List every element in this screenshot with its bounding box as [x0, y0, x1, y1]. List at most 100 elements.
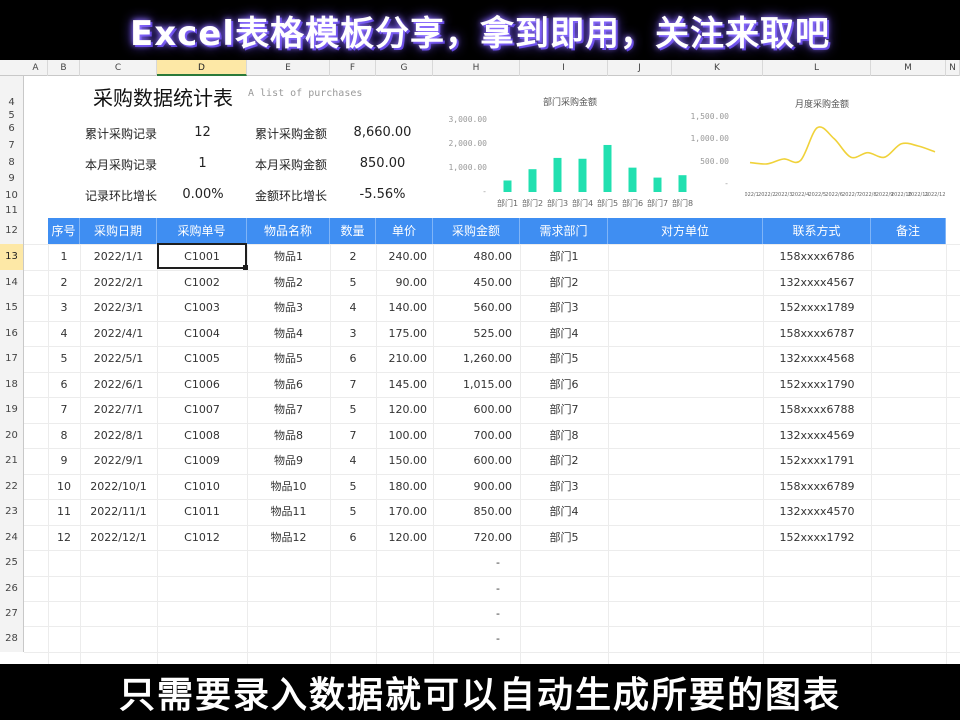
table-cell[interactable]: 120.00 — [376, 525, 428, 551]
table-cell[interactable]: 720.00 — [433, 525, 513, 551]
row-header-16[interactable]: 16 — [0, 321, 24, 346]
table-header-cell[interactable]: 采购单号 — [157, 218, 247, 244]
table-header-cell[interactable]: 采购金额 — [433, 218, 520, 244]
table-cell[interactable]: 158xxxx6787 — [763, 321, 871, 347]
table-cell[interactable]: 5 — [330, 474, 376, 500]
table-cell[interactable] — [608, 244, 763, 270]
table-cell[interactable]: C1011 — [157, 499, 247, 525]
table-cell[interactable]: 物品2 — [247, 270, 330, 296]
table-cell[interactable]: 1 — [48, 244, 80, 270]
table-cell[interactable]: 2022/2/1 — [80, 270, 157, 296]
table-cell[interactable]: 132xxxx4567 — [763, 270, 871, 296]
spreadsheet-area[interactable]: ABCDEFGHIJKLMN 4 5 6 7 8 9 10 11 12 13 14 15 16 17 18 1… — [0, 60, 960, 664]
row-header-18[interactable]: 18 — [0, 372, 24, 397]
table-cell[interactable]: 11 — [48, 499, 80, 525]
table-header-cell[interactable]: 序号 — [48, 218, 80, 244]
table-cell[interactable]: 900.00 — [433, 474, 513, 500]
table-cell[interactable]: 9 — [48, 448, 80, 474]
column-header-g[interactable]: G — [376, 60, 433, 76]
monthly-line-chart[interactable]: 2022/12022/22022/32022/42022/52022/62022… — [745, 112, 945, 212]
table-cell[interactable]: 7 — [330, 423, 376, 449]
column-header-j[interactable]: J — [608, 60, 672, 76]
row-header-13[interactable]: 13 — [0, 244, 24, 270]
table-cell[interactable]: 部门3 — [520, 295, 608, 321]
table-cell[interactable]: 部门6 — [520, 372, 608, 398]
table-cell[interactable] — [871, 525, 946, 551]
table-cell[interactable]: 600.00 — [433, 397, 513, 423]
table-cell[interactable]: 部门3 — [520, 474, 608, 500]
table-cell[interactable]: 152xxxx1792 — [763, 525, 871, 551]
table-cell[interactable]: 4 — [330, 448, 376, 474]
column-header-d[interactable]: D — [157, 60, 247, 76]
table-cell[interactable]: C1009 — [157, 448, 247, 474]
table-cell[interactable]: 部门2 — [520, 448, 608, 474]
empty-amount-cell[interactable]: - — [433, 576, 563, 602]
table-cell[interactable] — [608, 346, 763, 372]
table-header-cell[interactable]: 数量 — [330, 218, 376, 244]
month-amount-value[interactable]: 850.00 — [340, 156, 425, 171]
table-cell[interactable]: 132xxxx4570 — [763, 499, 871, 525]
table-cell[interactable]: 170.00 — [376, 499, 428, 525]
row-header-23[interactable]: 23 — [0, 499, 24, 525]
table-cell[interactable] — [871, 397, 946, 423]
column-header-b[interactable]: B — [48, 60, 80, 76]
column-header-e[interactable]: E — [247, 60, 330, 76]
table-cell[interactable]: 150.00 — [376, 448, 428, 474]
table-cell[interactable]: 6 — [48, 372, 80, 398]
table-cell[interactable]: 物品4 — [247, 321, 330, 347]
column-header-l[interactable]: L — [763, 60, 871, 76]
table-cell[interactable]: 10 — [48, 474, 80, 500]
row-header-9[interactable]: 9 — [0, 169, 24, 188]
table-cell[interactable]: 4 — [330, 295, 376, 321]
row-header-17[interactable]: 17 — [0, 346, 24, 372]
table-cell[interactable]: C1008 — [157, 423, 247, 449]
table-cell[interactable] — [871, 448, 946, 474]
table-cell[interactable]: 3 — [330, 321, 376, 347]
table-cell[interactable]: 152xxxx1790 — [763, 372, 871, 398]
table-cell[interactable]: 158xxxx6789 — [763, 474, 871, 500]
table-cell[interactable]: 物品6 — [247, 372, 330, 398]
empty-amount-cell[interactable]: - — [433, 550, 563, 576]
column-header-i[interactable]: I — [520, 60, 608, 76]
table-header-cell[interactable]: 对方单位 — [608, 218, 763, 244]
row-header-8[interactable]: 8 — [0, 156, 24, 169]
column-header-m[interactable]: M — [871, 60, 946, 76]
row-header-4[interactable]: 4 — [0, 96, 24, 109]
table-cell[interactable] — [608, 295, 763, 321]
table-cell[interactable]: C1010 — [157, 474, 247, 500]
table-cell[interactable]: 2 — [330, 244, 376, 270]
table-cell[interactable]: 物品1 — [247, 244, 330, 270]
table-cell[interactable]: 480.00 — [433, 244, 513, 270]
table-cell[interactable]: 5 — [330, 270, 376, 296]
row-header-10[interactable]: 10 — [0, 188, 24, 203]
row-header-24[interactable]: 24 — [0, 525, 24, 550]
amount-growth-value[interactable]: -5.56% — [340, 187, 425, 202]
table-cell[interactable] — [871, 499, 946, 525]
row-header-11[interactable]: 11 — [0, 203, 24, 218]
row-header-15[interactable]: 15 — [0, 295, 24, 321]
active-cell-selection[interactable] — [157, 243, 247, 269]
table-header-cell[interactable]: 备注 — [871, 218, 946, 244]
table-cell[interactable]: 158xxxx6786 — [763, 244, 871, 270]
column-header-c[interactable]: C — [80, 60, 157, 76]
table-cell[interactable]: 物品11 — [247, 499, 330, 525]
table-cell[interactable] — [608, 474, 763, 500]
row-header-19[interactable]: 19 — [0, 397, 24, 423]
table-cell[interactable]: 部门4 — [520, 321, 608, 347]
table-header-cell[interactable]: 需求部门 — [520, 218, 608, 244]
table-cell[interactable]: 5 — [48, 346, 80, 372]
table-cell[interactable]: 2022/8/1 — [80, 423, 157, 449]
table-cell[interactable]: 2022/4/1 — [80, 321, 157, 347]
table-cell[interactable] — [871, 270, 946, 296]
table-cell[interactable]: 2022/12/1 — [80, 525, 157, 551]
table-cell[interactable]: 2022/6/1 — [80, 372, 157, 398]
table-cell[interactable]: 152xxxx1789 — [763, 295, 871, 321]
table-cell[interactable]: 210.00 — [376, 346, 428, 372]
table-cell[interactable]: 12 — [48, 525, 80, 551]
table-cell[interactable] — [608, 423, 763, 449]
table-cell[interactable]: 6 — [330, 525, 376, 551]
table-cell[interactable]: C1004 — [157, 321, 247, 347]
table-cell[interactable]: 180.00 — [376, 474, 428, 500]
table-cell[interactable]: 物品3 — [247, 295, 330, 321]
row-header-21[interactable]: 21 — [0, 448, 24, 474]
